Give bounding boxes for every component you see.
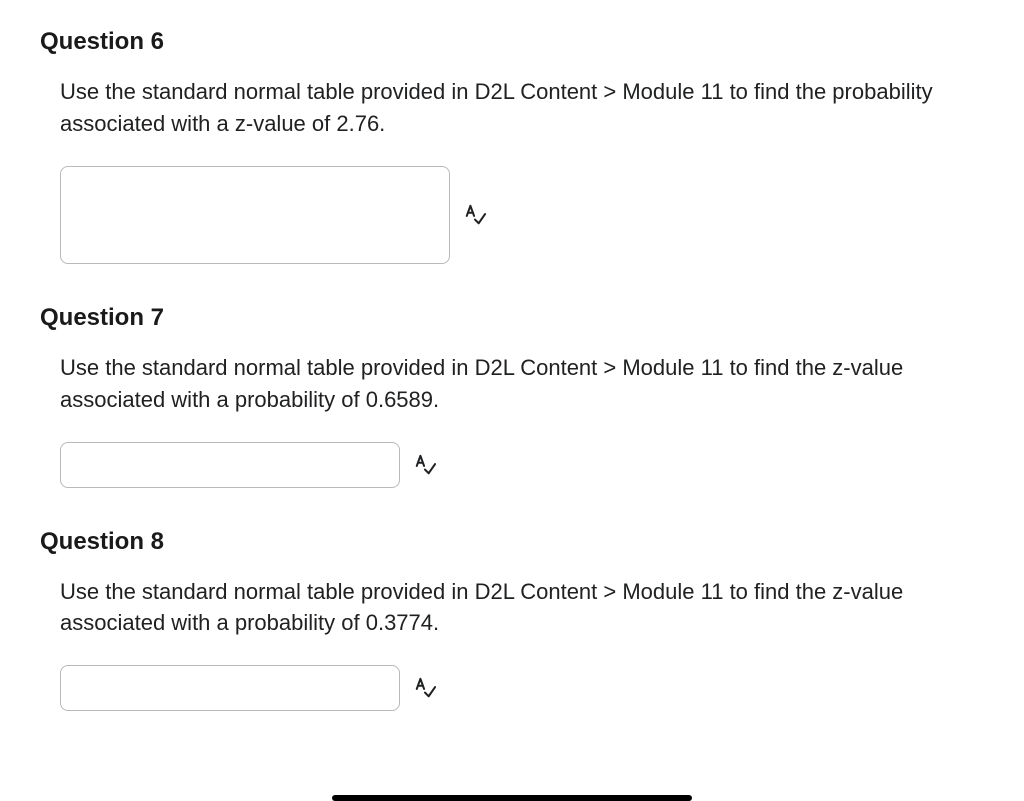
question-6-title: Question 6 (40, 28, 984, 56)
question-6-prompt: Use the standard normal table provided i… (60, 76, 960, 140)
question-8-prompt: Use the standard normal table provided i… (60, 576, 960, 640)
question-6-answer-row (60, 166, 984, 264)
home-indicator (332, 795, 692, 801)
spellcheck-icon[interactable] (464, 204, 486, 226)
question-8-block: Question 8 Use the standard normal table… (40, 528, 984, 712)
question-8-answer-row (60, 665, 984, 711)
question-7-block: Question 7 Use the standard normal table… (40, 304, 984, 488)
spellcheck-icon[interactable] (414, 677, 436, 699)
spellcheck-icon[interactable] (414, 454, 436, 476)
question-8-title: Question 8 (40, 528, 984, 556)
question-7-answer-row (60, 442, 984, 488)
question-7-answer-input[interactable] (60, 442, 400, 488)
question-7-prompt: Use the standard normal table provided i… (60, 352, 960, 416)
question-6-answer-input[interactable] (60, 166, 450, 264)
question-7-title: Question 7 (40, 304, 984, 332)
question-6-block: Question 6 Use the standard normal table… (40, 28, 984, 264)
question-8-answer-input[interactable] (60, 665, 400, 711)
